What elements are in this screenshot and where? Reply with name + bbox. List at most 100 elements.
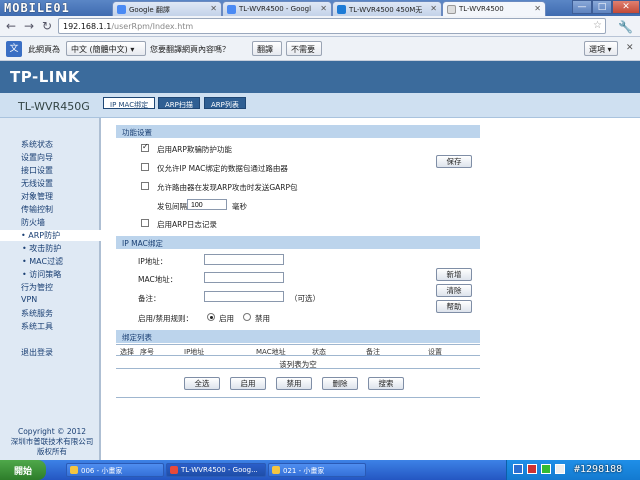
disable-button[interactable]: 禁用 bbox=[276, 377, 312, 390]
sidebar-item-firewall[interactable]: 防火墙 bbox=[21, 217, 45, 228]
url-path: /userRpm/Index.htm bbox=[111, 22, 194, 31]
mac-input[interactable] bbox=[204, 272, 284, 283]
clear-button[interactable]: 清除 bbox=[436, 284, 472, 297]
mobile01-logo: MOBILE01 bbox=[4, 1, 70, 15]
delete-button[interactable]: 删除 bbox=[322, 377, 358, 390]
sidebar-item-mac-filter[interactable]: • MAC过滤 bbox=[22, 256, 63, 267]
select-all-button[interactable]: 全选 bbox=[184, 377, 220, 390]
ip-mac-only-label: 仅允许IP MAC绑定的数据包通过路由器 bbox=[157, 164, 288, 173]
tab-close-icon[interactable]: ✕ bbox=[534, 4, 541, 13]
page-icon bbox=[447, 5, 456, 14]
language-select[interactable]: 中文 (簡體中文) ▾ bbox=[66, 41, 146, 56]
ip-mac-only-checkbox[interactable] bbox=[141, 163, 149, 171]
copyright-line: 深圳市普联技术有限公司 bbox=[10, 437, 94, 446]
translate-bar: 文 此網頁為 中文 (簡體中文) ▾ 您要翻譯網頁內容嗎？ 翻譯 不需要 選項 … bbox=[0, 37, 640, 61]
sidebar-item-system-services[interactable]: 系统服务 bbox=[21, 308, 53, 319]
sidebar-item-access-policy[interactable]: • 访问策略 bbox=[22, 269, 61, 280]
sidebar-item-setup-wizard[interactable]: 设置向导 bbox=[21, 152, 53, 163]
column-header: 设置 bbox=[428, 348, 442, 356]
router-header bbox=[0, 61, 640, 93]
tab-label: TL-WVR4500 bbox=[459, 5, 504, 13]
sidebar-item-transmission[interactable]: 传输控制 bbox=[21, 204, 53, 215]
translate-button[interactable]: 翻譯 bbox=[252, 41, 282, 56]
sidebar-item-vpn[interactable]: VPN bbox=[21, 295, 37, 304]
sidebar-item-interface[interactable]: 接口设置 bbox=[21, 165, 53, 176]
tab-arp-list[interactable]: ARP列表 bbox=[204, 97, 246, 109]
keyboard-icon[interactable] bbox=[513, 464, 523, 474]
tab-close-icon[interactable]: ✕ bbox=[210, 4, 217, 13]
enable-button[interactable]: 启用 bbox=[230, 377, 266, 390]
tab-google-translate[interactable]: Google 翻譯 ✕ bbox=[112, 1, 222, 16]
copyright-line: Copyright © 2012 bbox=[17, 427, 86, 436]
tab-tplink-product[interactable]: TL-WVR4500 450M无 ✕ bbox=[332, 1, 442, 16]
disable-radio[interactable] bbox=[243, 313, 251, 321]
reload-icon[interactable]: ↻ bbox=[40, 19, 54, 33]
options-button[interactable]: 選項 ▾ bbox=[584, 41, 618, 56]
enable-radio[interactable] bbox=[207, 313, 215, 321]
save-button[interactable]: 保存 bbox=[436, 155, 472, 168]
function-settings-header: 功能设置 bbox=[116, 125, 480, 138]
note-input[interactable] bbox=[204, 291, 284, 302]
network-icon[interactable] bbox=[541, 464, 551, 474]
add-button[interactable]: 新增 bbox=[436, 268, 472, 281]
sidebar-item-logout[interactable]: 退出登录 bbox=[21, 347, 53, 358]
enable-radio-label: 启用 bbox=[219, 314, 234, 323]
model-name: TL-WVR450G bbox=[18, 100, 90, 113]
sidebar-item-system-tools[interactable]: 系统工具 bbox=[21, 321, 53, 332]
language-value: 中文 (簡體中文) bbox=[71, 45, 128, 54]
column-header: 备注 bbox=[366, 348, 380, 356]
tab-label: Google 翻譯 bbox=[129, 6, 170, 14]
task-label: 021 - 小畫家 bbox=[283, 467, 325, 475]
tab-arp-scan[interactable]: ARP扫描 bbox=[158, 97, 200, 109]
paint-icon bbox=[272, 466, 280, 474]
interval-input[interactable] bbox=[187, 199, 227, 210]
back-arrow-icon[interactable]: ← bbox=[4, 19, 18, 33]
window-close-button[interactable]: ✕ bbox=[612, 0, 640, 14]
translate-question: 您要翻譯網頁內容嗎？ bbox=[150, 45, 230, 54]
tab-close-icon[interactable]: ✕ bbox=[320, 4, 327, 13]
maximize-button[interactable]: □ bbox=[592, 0, 612, 14]
tab-close-icon[interactable]: ✕ bbox=[430, 4, 437, 13]
help-button[interactable]: 帮助 bbox=[436, 300, 472, 313]
copyright-line: 版权所有 bbox=[37, 447, 67, 456]
taskbar-item-paint-006[interactable]: 006 - 小畫家 bbox=[66, 463, 164, 477]
sidebar-item-arp-protection[interactable]: • ARP防护 bbox=[0, 230, 101, 241]
bookmark-star-icon[interactable]: ☆ bbox=[593, 20, 602, 31]
address-bar[interactable]: 192.168.1.1/userRpm/Index.htm ☆ bbox=[58, 18, 606, 34]
arp-spoof-protection-checkbox[interactable] bbox=[141, 142, 149, 152]
tab-tl-wvr4500[interactable]: TL-WVR4500 ✕ bbox=[442, 1, 546, 16]
arp-log-checkbox[interactable] bbox=[141, 219, 149, 227]
sidebar-item-behavior-control[interactable]: 行为管控 bbox=[21, 282, 53, 293]
wrench-menu-icon[interactable]: 🔧 bbox=[618, 20, 633, 34]
forward-arrow-icon[interactable]: → bbox=[22, 19, 36, 33]
search-button[interactable]: 搜索 bbox=[368, 377, 404, 390]
note-label: 备注： bbox=[138, 294, 161, 303]
task-label: 006 - 小畫家 bbox=[81, 467, 123, 475]
ip-label: IP地址： bbox=[138, 257, 168, 266]
google-translate-icon bbox=[117, 5, 126, 14]
sidebar-item-system-status[interactable]: 系统状态 bbox=[21, 139, 53, 150]
chevron-down-icon: ▾ bbox=[130, 45, 135, 54]
tray-app-icon[interactable] bbox=[527, 464, 537, 474]
garp-checkbox[interactable] bbox=[141, 182, 149, 190]
sidebar-item-objects[interactable]: 对象管理 bbox=[21, 191, 53, 202]
tab-google-search[interactable]: TL-WVR4500 - Googl ✕ bbox=[222, 1, 332, 16]
volume-icon[interactable] bbox=[555, 464, 565, 474]
arp-spoof-protection-label: 启用ARP欺骗防护功能 bbox=[157, 145, 232, 154]
close-icon[interactable]: ✕ bbox=[626, 43, 634, 53]
sidebar-item-wireless[interactable]: 无线设置 bbox=[21, 178, 53, 189]
translate-prefix: 此網頁為 bbox=[28, 45, 60, 54]
taskbar-item-paint-021[interactable]: 021 - 小畫家 bbox=[268, 463, 366, 477]
start-button[interactable]: 開始 bbox=[0, 460, 46, 480]
column-header: 选择 bbox=[120, 348, 134, 356]
task-label: TL-WVR4500 - Goog... bbox=[181, 466, 258, 474]
note-hint: （可选） bbox=[290, 294, 320, 303]
no-thanks-button[interactable]: 不需要 bbox=[286, 41, 322, 56]
ip-input[interactable] bbox=[204, 254, 284, 265]
tab-ip-mac-binding[interactable]: IP MAC绑定 bbox=[103, 97, 156, 109]
sidebar-item-attack-protection[interactable]: • 攻击防护 bbox=[22, 243, 61, 254]
minimize-button[interactable]: — bbox=[572, 0, 592, 14]
taskbar-item-chrome[interactable]: TL-WVR4500 - Goog... bbox=[166, 463, 266, 477]
translate-icon: 文 bbox=[6, 41, 22, 57]
column-header: MAC地址 bbox=[256, 348, 286, 356]
